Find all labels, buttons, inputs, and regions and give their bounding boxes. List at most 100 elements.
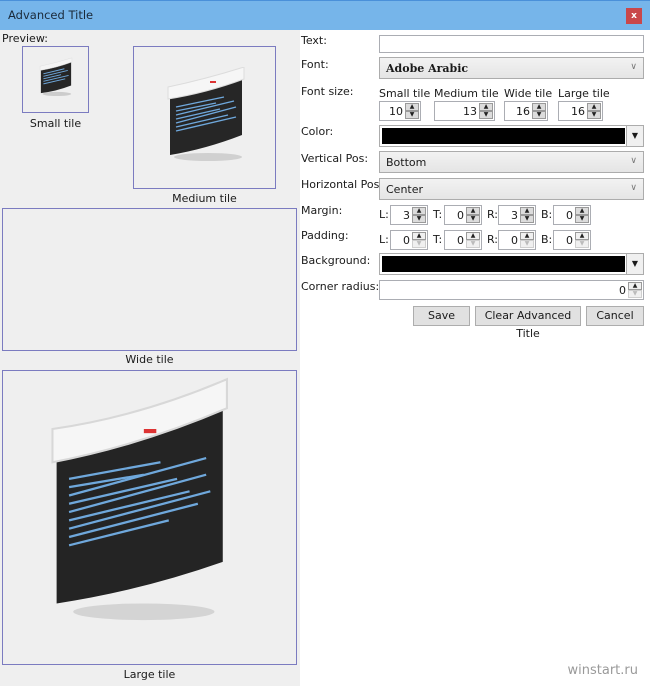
spin-up-button[interactable]: ▲ [628,282,642,290]
vertical-pos-select[interactable]: Bottom ∨ [379,151,644,173]
medium-size-label: Medium tile [434,87,499,100]
margin-left-value: 3 [403,209,410,222]
spin-down-button[interactable]: ▼ [575,240,589,248]
spin-down-button[interactable]: ▼ [466,240,480,248]
spin-down-button[interactable]: ▼ [520,215,534,223]
small-tile-caption: Small tile [29,117,82,130]
spin-down-button[interactable]: ▼ [575,215,589,223]
padding-bottom-spinner[interactable]: 0 ▲ ▼ [553,230,591,250]
spin-up-button[interactable]: ▲ [575,207,589,215]
horizontal-pos-label: Horizontal Pos: [301,178,384,191]
spin-up-button[interactable]: ▲ [520,207,534,215]
settings-form: Text: Font: Adobe Arabic ∨ Font size: Sm… [300,30,650,686]
preview-panel: Preview: Small tile Medium tile Wide til… [0,30,300,686]
small-size-value: 10 [389,105,403,118]
wide-size-value: 16 [516,105,530,118]
padding-top-spinner[interactable]: 0 ▲ ▼ [444,230,482,250]
corner-radius-label: Corner radius: [301,280,380,293]
large-tile-caption: Large tile [123,668,176,681]
small-tile-preview [22,46,89,113]
terminal-console-icon [39,57,73,97]
wide-size-spinner[interactable]: 16 ▲ ▼ [504,101,548,121]
spin-down-button[interactable]: ▼ [532,111,546,119]
spin-up-button[interactable]: ▲ [575,232,589,240]
horizontal-pos-select[interactable]: Center ∨ [379,178,644,200]
margin-right-value: 3 [511,209,518,222]
spin-up-button[interactable]: ▲ [479,103,493,111]
large-size-value: 16 [571,105,585,118]
margin-right-label: R: [487,208,499,221]
text-label: Text: [301,34,327,47]
spin-down-button[interactable]: ▼ [587,111,601,119]
chevron-down-icon: ∨ [630,183,637,193]
font-label: Font: [301,58,329,71]
spin-down-button[interactable]: ▼ [520,240,534,248]
spin-down-button[interactable]: ▼ [479,111,493,119]
save-button[interactable]: Save [413,306,470,326]
spin-up-button[interactable]: ▲ [587,103,601,111]
margin-left-spinner[interactable]: 3 ▲ ▼ [390,205,428,225]
font-select[interactable]: Adobe Arabic ∨ [379,57,644,79]
spin-down-button[interactable]: ▼ [412,215,426,223]
terminal-console-icon [51,377,228,621]
margin-bottom-label: B: [541,208,553,221]
text-input[interactable] [379,35,644,53]
vertical-pos-label: Vertical Pos: [301,152,369,165]
wide-tile-caption: Wide tile [125,353,174,366]
corner-radius-value: 0 [619,284,626,297]
dropdown-arrow-icon[interactable]: ▼ [626,254,643,274]
terminal-console-icon [167,67,245,161]
chevron-down-icon: ∨ [630,156,637,166]
padding-top-value: 0 [457,234,464,247]
medium-tile-caption: Medium tile [172,192,237,205]
font-value: Adobe Arabic [386,62,469,75]
padding-label: Padding: [301,229,349,242]
spin-up-button[interactable]: ▲ [466,232,480,240]
small-size-label: Small tile [379,87,431,100]
cancel-button[interactable]: Cancel [586,306,644,326]
color-picker[interactable]: ▼ [379,125,644,147]
close-icon: x [631,11,637,21]
padding-top-label: T: [433,233,443,246]
margin-top-spinner[interactable]: 0 ▲ ▼ [444,205,482,225]
large-size-label: Large tile [558,87,610,100]
color-label: Color: [301,125,334,138]
margin-label: Margin: [301,204,343,217]
margin-bottom-spinner[interactable]: 0 ▲ ▼ [553,205,591,225]
dropdown-arrow-icon[interactable]: ▼ [626,126,643,146]
vertical-pos-value: Bottom [386,156,427,169]
spin-up-button[interactable]: ▲ [412,232,426,240]
spin-down-button[interactable]: ▼ [405,111,419,119]
padding-left-label: L: [379,233,389,246]
corner-radius-spinner[interactable]: 0 ▲ ▼ [379,280,644,300]
window-title: Advanced Title [8,8,94,22]
clear-advanced-title-button[interactable]: Clear Advanced Title [475,306,581,340]
spin-up-button[interactable]: ▲ [405,103,419,111]
wide-tile-preview [2,208,297,351]
margin-bottom-value: 0 [566,209,573,222]
small-size-spinner[interactable]: 10 ▲ ▼ [379,101,421,121]
font-size-label: Font size: [301,85,354,98]
horizontal-pos-value: Center [386,183,424,196]
medium-size-spinner[interactable]: 13 ▲ ▼ [434,101,495,121]
color-swatch [382,128,625,144]
padding-left-spinner[interactable]: 0 ▲ ▼ [390,230,428,250]
watermark: winstart.ru [567,663,638,678]
margin-right-spinner[interactable]: 3 ▲ ▼ [498,205,536,225]
close-button[interactable]: x [626,8,642,24]
padding-bottom-label: B: [541,233,553,246]
padding-right-spinner[interactable]: 0 ▲ ▼ [498,230,536,250]
padding-right-value: 0 [511,234,518,247]
spin-up-button[interactable]: ▲ [520,232,534,240]
large-size-spinner[interactable]: 16 ▲ ▼ [558,101,603,121]
background-picker[interactable]: ▼ [379,253,644,275]
spin-down-button[interactable]: ▼ [412,240,426,248]
spin-down-button[interactable]: ▼ [466,215,480,223]
spin-down-button[interactable]: ▼ [628,290,642,298]
spin-up-button[interactable]: ▲ [412,207,426,215]
spin-up-button[interactable]: ▲ [466,207,480,215]
preview-label: Preview: [2,32,48,45]
medium-size-value: 13 [463,105,477,118]
spin-up-button[interactable]: ▲ [532,103,546,111]
wide-size-label: Wide tile [504,87,553,100]
